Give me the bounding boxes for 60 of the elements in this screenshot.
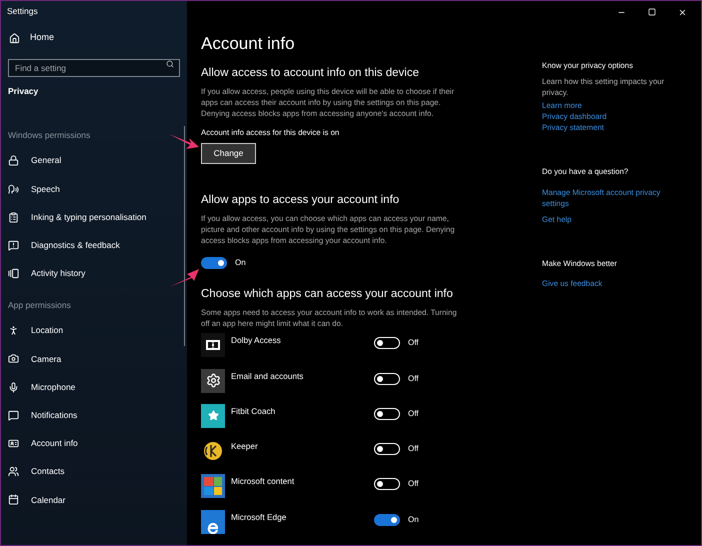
toggle-label: Off xyxy=(408,408,419,420)
annotation-arrow xyxy=(169,269,199,287)
search-field[interactable]: Find a setting xyxy=(8,59,180,77)
section-title: Privacy xyxy=(7,85,40,98)
people-icon xyxy=(8,466,19,478)
nav-item[interactable]: Contacts xyxy=(1,458,181,486)
feedback-icon xyxy=(8,240,19,251)
group-header: Windows permissions xyxy=(7,128,92,142)
toggle-label: On xyxy=(408,514,419,526)
nav-item[interactable]: Speech xyxy=(1,174,181,204)
nav-item[interactable]: Account info xyxy=(1,429,181,458)
app-name: Fitbit Coach xyxy=(231,404,276,418)
change-button[interactable]: Change xyxy=(201,142,256,164)
toggle-label: Off xyxy=(408,372,419,385)
app-name: Microsoft Edge xyxy=(231,510,288,524)
close-icon[interactable] xyxy=(678,8,687,17)
toggle-label: Off xyxy=(408,443,419,456)
camera-icon xyxy=(8,353,19,364)
app-name: Email and accounts xyxy=(231,370,304,382)
nav-item[interactable]: Calendar xyxy=(1,486,181,514)
window-title: Settings xyxy=(6,5,39,18)
id-card-icon xyxy=(8,438,19,450)
nav-item[interactable]: Location xyxy=(1,316,181,345)
person-icon xyxy=(8,325,19,336)
calendar-icon xyxy=(8,494,19,506)
speech-icon xyxy=(8,184,19,195)
toggle-switch[interactable] xyxy=(374,514,400,526)
toggle-label: Off xyxy=(408,478,419,490)
toggle-label: Off xyxy=(408,337,419,350)
page-title: Account info xyxy=(201,33,296,56)
nav-item[interactable]: General xyxy=(1,146,181,175)
section-heading: Choose which apps can access your account info xyxy=(201,286,454,302)
nav-item[interactable]: Activity history xyxy=(1,260,181,288)
section-heading: Allow access to account info on this device xyxy=(201,66,420,81)
annotation-arrow xyxy=(169,134,199,150)
nav-item[interactable]: Microphone xyxy=(1,373,181,402)
toggle-label: On xyxy=(235,256,246,269)
home-link[interactable]: Home xyxy=(1,25,187,51)
edge-icon xyxy=(201,510,225,534)
home-icon xyxy=(9,32,20,44)
search-icon xyxy=(166,60,174,68)
section-heading: Allow apps to access your account info xyxy=(201,192,400,208)
timeline-icon xyxy=(8,268,19,280)
nav-item[interactable]: Notifications xyxy=(1,401,181,430)
group-header: App permissions xyxy=(7,298,72,312)
gear-icon xyxy=(201,368,225,393)
lock-icon xyxy=(8,155,19,166)
app-name: Keeper xyxy=(231,440,259,453)
microphone-icon xyxy=(8,382,19,393)
nav-item[interactable]: Camera xyxy=(1,344,181,374)
maximize-icon[interactable] xyxy=(648,8,656,16)
toggle-switch[interactable] xyxy=(201,256,227,269)
app-name: Microsoft content xyxy=(231,475,296,488)
dolby-icon xyxy=(201,333,225,358)
tiles-icon xyxy=(201,474,225,498)
app-name: Dolby Access xyxy=(231,334,282,347)
nav-item[interactable]: Diagnostics & feedback xyxy=(1,231,181,260)
message-icon xyxy=(8,410,19,421)
nav-item[interactable]: Inking & typing personalisation xyxy=(1,203,181,232)
clipboard-icon xyxy=(8,212,19,223)
